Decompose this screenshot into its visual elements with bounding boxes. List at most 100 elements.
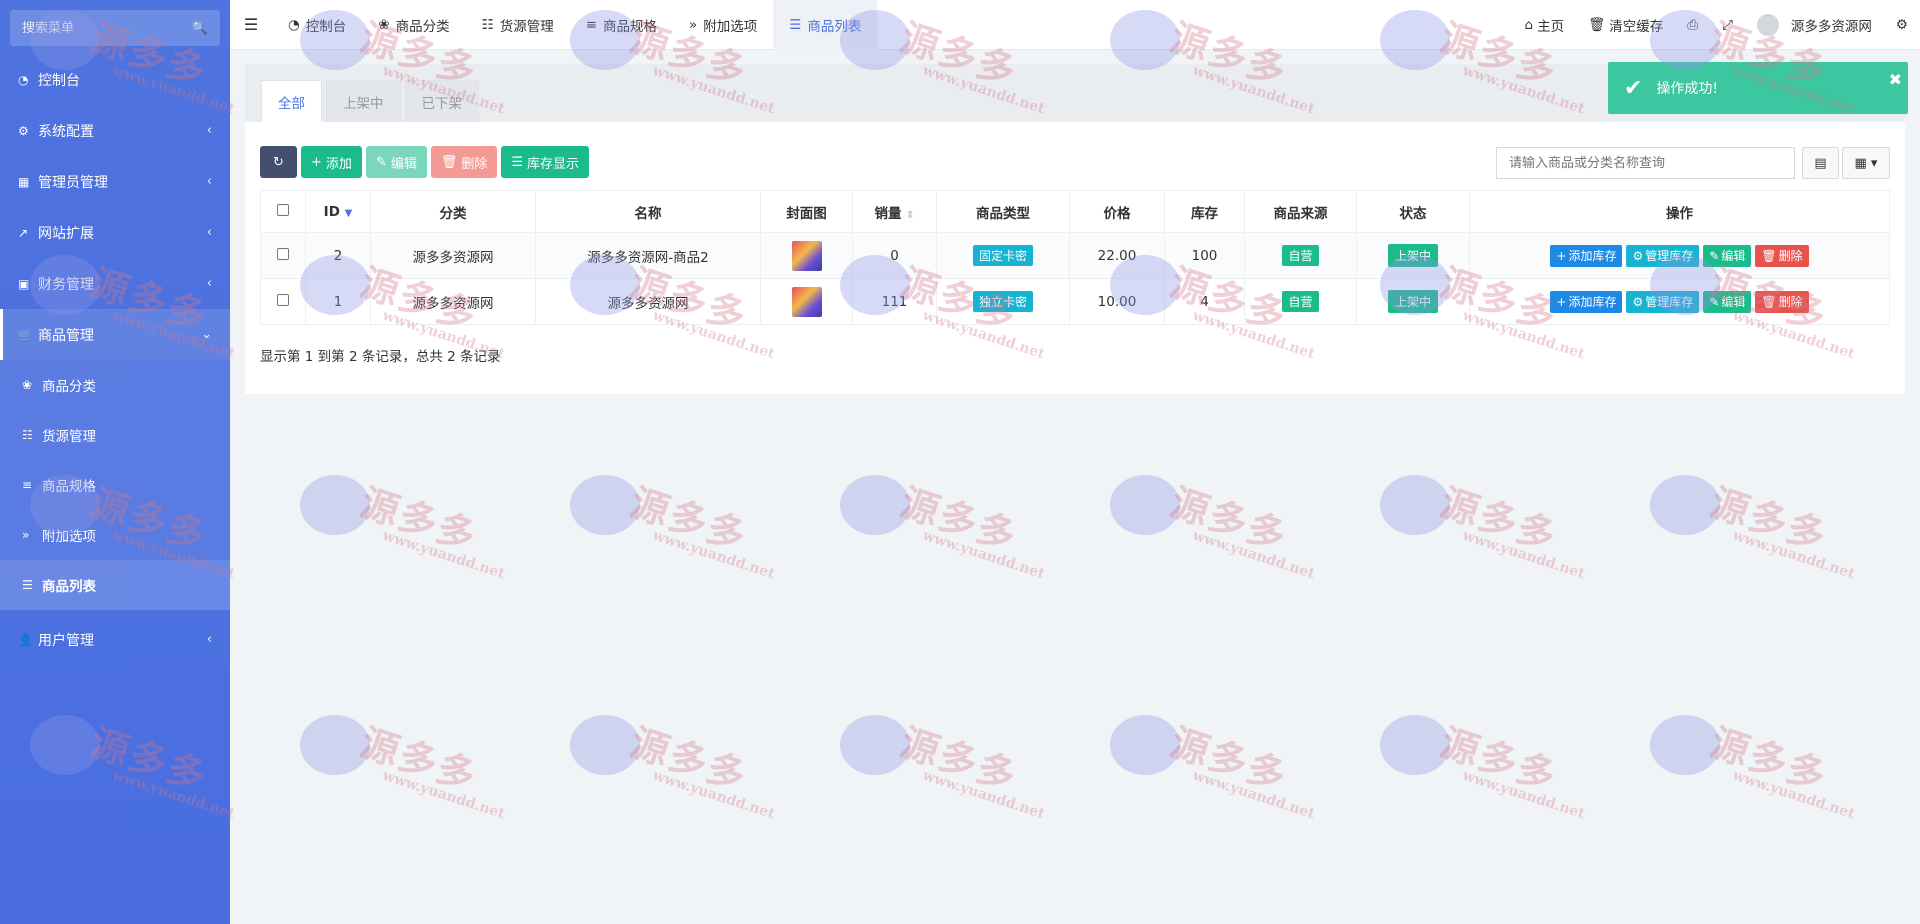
home-link[interactable]: ⌂ 主页 bbox=[1513, 15, 1577, 35]
fullscreen-icon[interactable]: ⤢ bbox=[1710, 17, 1745, 33]
sidebar-item-goods[interactable]: 🛒 商品管理 ⌄ bbox=[0, 309, 230, 360]
add-stock-button[interactable]: + 添加库存 bbox=[1550, 244, 1623, 267]
sidebar-item-supply[interactable]: ☷ 货源管理 bbox=[0, 410, 230, 460]
add-stock-button[interactable]: + 添加库存 bbox=[1550, 290, 1623, 313]
row-edit-label: 编辑 bbox=[1721, 295, 1746, 309]
filter-tab-off-shelf[interactable]: 已下架 bbox=[404, 80, 479, 122]
watermark-url: www.yuandd.net bbox=[920, 527, 1047, 583]
row-select-cell[interactable] bbox=[260, 232, 306, 279]
watermark-logo-icon bbox=[300, 475, 370, 535]
status-badge[interactable]: 上架中 bbox=[1387, 290, 1438, 313]
row-delete-button[interactable]: 🗑 删除 bbox=[1755, 244, 1809, 267]
cell-status: 上架中 bbox=[1356, 232, 1470, 279]
menu-search[interactable]: 🔍 bbox=[10, 10, 220, 46]
watermark-text: 源多多 bbox=[355, 480, 483, 560]
sidebar-item-system-config[interactable]: ⚙ 系统配置 ‹ bbox=[0, 105, 230, 156]
trash-icon: 🗑 bbox=[440, 154, 458, 170]
row-checkbox[interactable] bbox=[277, 293, 289, 306]
watermark: 源多多 www.yuandd.net bbox=[1110, 715, 1330, 825]
cell-actions: + 添加库存 ⚙ 管理库存 ✎ 编辑 🗑 删除 bbox=[1469, 278, 1890, 325]
cogs-icon: ⚙ bbox=[1632, 248, 1644, 263]
refresh-button[interactable]: ↻ bbox=[260, 146, 297, 178]
chevron-left-icon: ‹ bbox=[206, 632, 212, 647]
toggle-view-button[interactable]: ▤ bbox=[1802, 147, 1839, 179]
tab-dashboard[interactable]: ◔ 控制台 bbox=[272, 0, 362, 50]
edit-label: 编辑 bbox=[390, 156, 417, 172]
sidebar-item-label: 商品列表 bbox=[42, 579, 96, 595]
watermark-logo-icon bbox=[300, 715, 370, 775]
delete-button[interactable]: 🗑 删除 bbox=[430, 146, 498, 178]
sliders-icon: ≡ bbox=[22, 478, 33, 492]
topbar: ☰ ◔ 控制台 ❀ 商品分类 ☷ 货源管理 ≡ 商品规格 » 附加选项 ☰ 商品列表 ⌂ 主页… bbox=[230, 0, 1920, 50]
row-edit-button[interactable]: ✎ 编辑 bbox=[1703, 244, 1752, 267]
list-icon: ☰ bbox=[789, 16, 802, 33]
sidebar-item-admin[interactable]: ▦ 管理员管理 ‹ bbox=[0, 156, 230, 207]
sidebar-item-goods-category[interactable]: ❀ 商品分类 bbox=[0, 360, 230, 410]
watermark-url: www.yuandd.net bbox=[1460, 527, 1587, 583]
close-icon[interactable]: ✖ bbox=[1889, 70, 1902, 89]
sidebar-item-addons[interactable]: » 附加选项 bbox=[0, 510, 230, 560]
add-button[interactable]: + 添加 bbox=[301, 146, 362, 178]
col-label: ID bbox=[323, 203, 340, 220]
manage-stock-button[interactable]: ⚙ 管理库存 bbox=[1626, 244, 1700, 267]
sidebar-item-dashboard[interactable]: ◔ 控制台 bbox=[0, 54, 230, 105]
tab-goods-category[interactable]: ❀ 商品分类 bbox=[362, 0, 465, 50]
sidebar-item-goods-list[interactable]: ☰ 商品列表 bbox=[0, 560, 230, 610]
watermark-logo-icon bbox=[840, 475, 910, 535]
sitemap-icon: ☷ bbox=[481, 16, 494, 33]
filter-tab-on-shelf[interactable]: 上架中 bbox=[326, 80, 401, 122]
user-menu[interactable]: 源多多资源网 bbox=[1745, 13, 1884, 36]
tab-addons[interactable]: » 附加选项 bbox=[673, 0, 773, 50]
add-label: 添加 bbox=[325, 156, 352, 172]
cell-id: 1 bbox=[305, 278, 371, 325]
row-select-cell[interactable] bbox=[260, 278, 306, 325]
type-badge: 固定卡密 bbox=[972, 245, 1033, 266]
watermark-logo-icon bbox=[1650, 715, 1720, 775]
sidebar-item-label: 系统配置 bbox=[38, 123, 94, 140]
status-badge[interactable]: 上架中 bbox=[1387, 244, 1438, 267]
manage-stock-button[interactable]: ⚙ 管理库存 bbox=[1626, 290, 1700, 313]
col-type: 商品类型 bbox=[936, 190, 1070, 233]
sort-icon[interactable]: ⇕ bbox=[906, 210, 914, 221]
tab-specs[interactable]: ≡ 商品规格 bbox=[570, 0, 673, 50]
watermark: 源多多 www.yuandd.net bbox=[300, 715, 520, 825]
col-name: 名称 bbox=[535, 190, 761, 233]
cover-thumbnail[interactable] bbox=[791, 286, 822, 317]
tab-goods-list[interactable]: ☰ 商品列表 bbox=[773, 0, 878, 50]
sidebar-item-users[interactable]: 👤 用户管理 ‹ bbox=[0, 614, 230, 665]
select-all-checkbox[interactable] bbox=[277, 203, 289, 216]
columns-button[interactable]: ▦ ▾ bbox=[1842, 147, 1890, 179]
translate-icon[interactable]: ⎙ bbox=[1675, 17, 1710, 33]
menu-search-input[interactable] bbox=[22, 20, 172, 36]
row-edit-button[interactable]: ✎ 编辑 bbox=[1703, 290, 1752, 313]
tab-supply[interactable]: ☷ 货源管理 bbox=[466, 0, 570, 50]
filter-tab-all[interactable]: 全部 bbox=[261, 80, 322, 122]
col-sales[interactable]: 销量 ⇕ bbox=[852, 190, 937, 233]
stock-display-button[interactable]: ☰ 库存显示 bbox=[501, 146, 590, 178]
sort-desc-icon[interactable]: ▼ bbox=[345, 208, 353, 219]
settings-icon[interactable]: ⚙ bbox=[1884, 17, 1920, 33]
select-all-cell[interactable] bbox=[260, 190, 306, 233]
menu-toggle-icon[interactable]: ☰ bbox=[230, 15, 272, 34]
leaf-icon: ❀ bbox=[22, 378, 33, 392]
col-id[interactable]: ID ▼ bbox=[305, 190, 371, 233]
tab-label: 商品列表 bbox=[807, 18, 862, 35]
col-stock: 库存 bbox=[1164, 190, 1245, 233]
angle-double-right-icon: » bbox=[22, 528, 30, 542]
add-stock-label: 添加库存 bbox=[1568, 295, 1617, 309]
search-input[interactable] bbox=[1496, 147, 1795, 179]
watermark-text: 源多多 bbox=[625, 480, 753, 560]
row-checkbox[interactable] bbox=[277, 247, 289, 260]
home-icon: ⌂ bbox=[1524, 16, 1534, 33]
watermark-logo-icon bbox=[1380, 715, 1450, 775]
row-delete-button[interactable]: 🗑 删除 bbox=[1755, 290, 1809, 313]
watermark-url: www.yuandd.net bbox=[380, 527, 507, 583]
watermark-text: 源多多 bbox=[355, 720, 483, 800]
sidebar-item-site-ext[interactable]: ↗ 网站扩展 ‹ bbox=[0, 207, 230, 258]
cover-thumbnail[interactable] bbox=[791, 240, 822, 271]
clear-cache-link[interactable]: 🗑 清空缓存 bbox=[1576, 15, 1675, 35]
edit-button[interactable]: ✎ 编辑 bbox=[365, 146, 427, 178]
search-icon[interactable]: 🔍 bbox=[192, 21, 208, 36]
sidebar-item-specs[interactable]: ≡ 商品规格 bbox=[0, 460, 230, 510]
sidebar-item-finance[interactable]: ▣ 财务管理 ‹ bbox=[0, 258, 230, 309]
